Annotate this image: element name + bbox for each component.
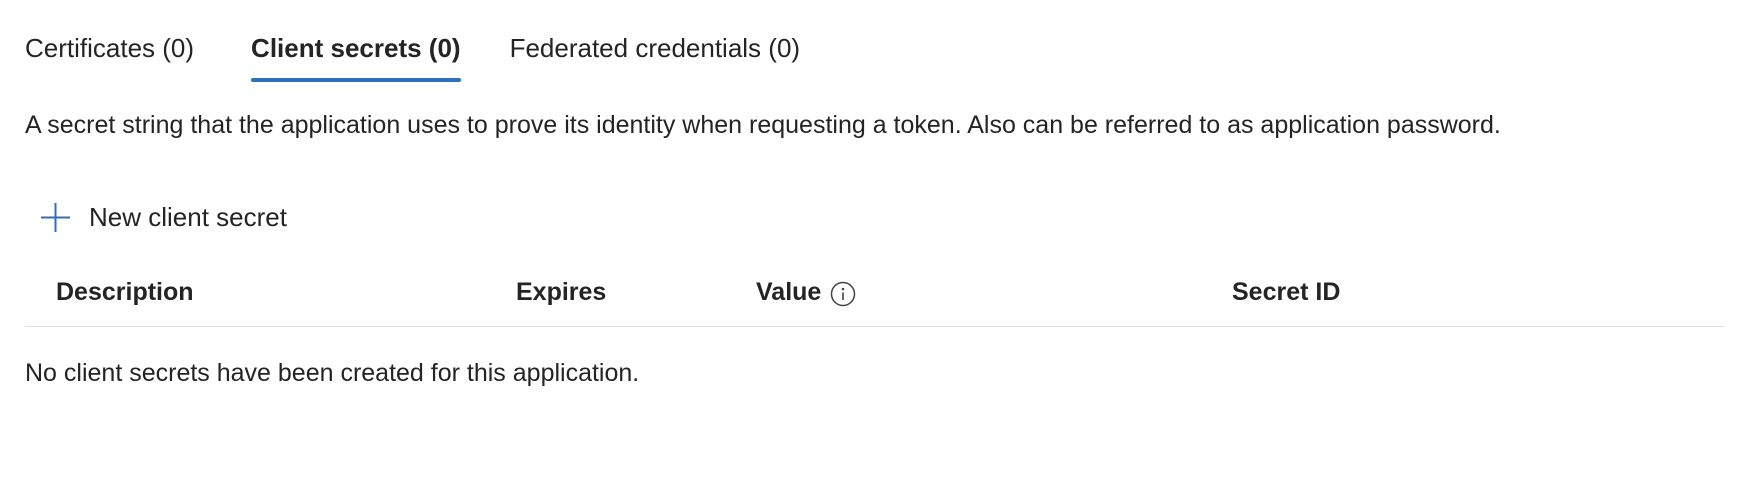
new-client-secret-label: New client secret	[89, 202, 287, 232]
secrets-table-header: Description Expires Value Secret ID	[0, 272, 1758, 312]
tab-client-secrets[interactable]: Client secrets (0)	[251, 26, 461, 82]
table-header-divider	[25, 326, 1725, 327]
column-header-value[interactable]: Value	[756, 272, 856, 312]
credentials-tab-bar: Certificates (0) Client secrets (0) Fede…	[25, 26, 800, 82]
new-client-secret-button[interactable]: New client secret	[40, 200, 287, 234]
column-header-description[interactable]: Description	[56, 272, 194, 312]
tab-federated-credentials[interactable]: Federated credentials (0)	[510, 26, 800, 82]
plus-icon	[40, 202, 71, 233]
tab-certificates[interactable]: Certificates (0)	[25, 26, 194, 82]
column-header-expires[interactable]: Expires	[516, 272, 606, 312]
empty-state-message: No client secrets have been created for …	[25, 359, 640, 387]
section-description: A secret string that the application use…	[25, 111, 1501, 139]
client-secrets-panel: Certificates (0) Client secrets (0) Fede…	[0, 0, 1758, 490]
info-icon[interactable]	[830, 279, 856, 307]
column-header-secret-id[interactable]: Secret ID	[1232, 272, 1340, 312]
column-header-value-label: Value	[756, 278, 822, 306]
